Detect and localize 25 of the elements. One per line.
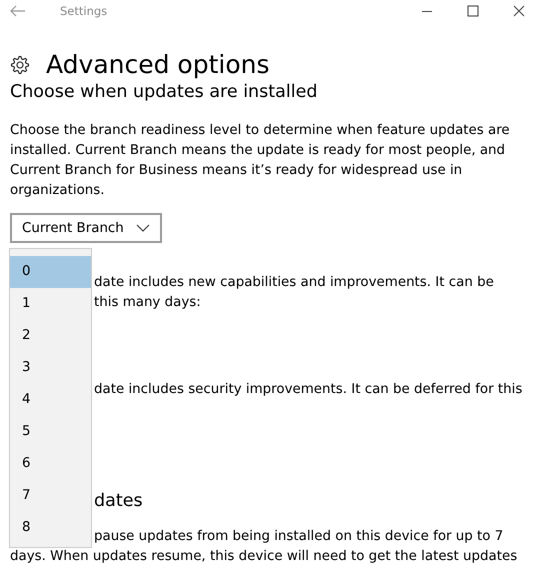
settings-icon	[10, 55, 30, 75]
dropdown-option[interactable]: 1	[10, 288, 91, 320]
description-text: Choose the branch readiness level to determine when feature updates are installed. Current Branch means the update is ready for most people, and Current Branch for Business means it’s ready for widespread use in organizations.	[10, 122, 511, 200]
description-text: days. When updates resume, this device will need to get the latest updates	[10, 549, 518, 565]
description-text: date includes security improvements. It can be deferred for this	[94, 381, 523, 399]
page-title: Advanced options	[46, 49, 270, 81]
dropdown-option[interactable]: 0	[10, 256, 91, 288]
close-icon[interactable]	[513, 5, 525, 17]
dropdown-option[interactable]: 2	[10, 320, 91, 352]
section-title: Choose when updates are installed	[10, 81, 318, 103]
dropdown-option[interactable]: 3	[10, 352, 91, 384]
dropdown-option[interactable]: 4	[10, 384, 91, 416]
description-text: pause updates from being installed on this device for up to 7	[94, 528, 504, 546]
maximize-icon[interactable]	[467, 5, 479, 17]
back-icon[interactable]	[10, 5, 26, 17]
description-text: date includes new capabilities and improvements. It can be	[94, 274, 495, 292]
chevron-down-icon	[136, 224, 150, 232]
section-title: dates	[94, 490, 144, 513]
dropdown-option[interactable]: 6	[10, 448, 91, 480]
dropdown-option[interactable]: 5	[10, 416, 91, 448]
branch-dropdown[interactable]: Current Branch	[10, 213, 162, 243]
description-text: this many days:	[94, 294, 202, 312]
dropdown-option[interactable]: 8	[10, 512, 91, 544]
window-title: Settings	[60, 4, 108, 18]
dropdown-option[interactable]: 7	[10, 480, 91, 512]
